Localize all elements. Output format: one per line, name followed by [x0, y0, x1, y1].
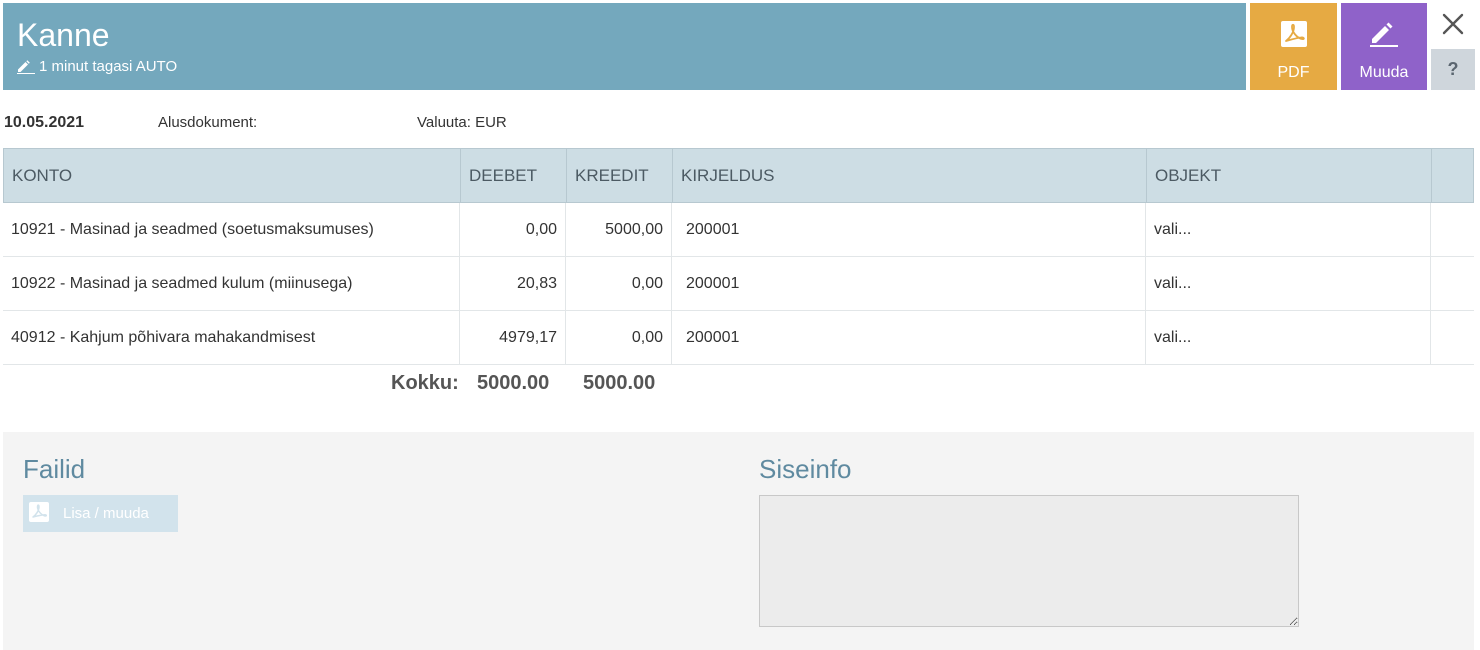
last-modified: 1 minut tagasi AUTO [17, 58, 177, 76]
cell-deebet: 20,83 [460, 257, 566, 310]
table-row: 10922 - Masinad ja seadmed kulum (miinus… [3, 257, 1474, 311]
edit-button[interactable]: Muuda [1341, 3, 1427, 90]
files-section-title: Failid [23, 454, 86, 484]
cell-kreedit: 0,00 [566, 257, 672, 310]
cell-kirjeldus: 200001 [672, 257, 1146, 310]
pencil-icon [17, 60, 35, 74]
internal-info-title: Siseinfo [759, 454, 852, 484]
currency-label: Valuuta: EUR [417, 114, 507, 131]
total-deebet: 5000.00 [477, 372, 550, 394]
page-title: Kanne [17, 17, 110, 53]
object-select[interactable]: vali... [1146, 311, 1431, 364]
attachments-panel: Failid Lisa / muuda Siseinfo [3, 432, 1474, 650]
column-header-kirjeldus: KIRJELDUS [673, 149, 1147, 202]
add-edit-files-label: Lisa / muuda [63, 505, 149, 522]
entries-table: KONTO DEEBET KREEDIT KIRJELDUS OBJEKT 10… [3, 148, 1474, 365]
close-icon [1442, 13, 1464, 38]
cell-kirjeldus: 200001 [672, 203, 1146, 256]
edit-button-label: Muuda [1359, 64, 1409, 81]
table-header: KONTO DEEBET KREEDIT KIRJELDUS OBJEKT [3, 148, 1474, 203]
column-header-kreedit: KREEDIT [567, 149, 673, 202]
cell-kreedit: 0,00 [566, 311, 672, 364]
object-select[interactable]: vali... [1146, 203, 1431, 256]
cell-konto: 40912 - Kahjum põhivara mahakandmisest [3, 311, 460, 364]
object-select[interactable]: vali... [1146, 257, 1431, 310]
table-row: 10921 - Masinad ja seadmed (soetusmaksum… [3, 203, 1474, 257]
entry-date: 10.05.2021 [4, 114, 85, 131]
last-modified-text: 1 minut tagasi AUTO [39, 58, 178, 75]
pencil-icon [1370, 21, 1398, 52]
base-document-label: Alusdokument: [158, 114, 258, 131]
cell-konto: 10922 - Masinad ja seadmed kulum (miinus… [3, 257, 460, 310]
column-header-konto: KONTO [4, 149, 461, 202]
column-header-objekt: OBJEKT [1147, 149, 1432, 202]
pdf-icon [1280, 21, 1307, 52]
cell-kreedit: 5000,00 [566, 203, 672, 256]
total-kreedit: 5000.00 [583, 372, 656, 394]
column-header-deebet: DEEBET [461, 149, 567, 202]
cell-deebet: 0,00 [460, 203, 566, 256]
pdf-icon [29, 501, 49, 526]
add-edit-files-button[interactable]: Lisa / muuda [23, 495, 178, 532]
internal-info-textarea[interactable] [759, 495, 1299, 627]
close-button[interactable] [1431, 3, 1475, 47]
pdf-button-label: PDF [1277, 64, 1310, 81]
cell-konto: 10921 - Masinad ja seadmed (soetusmaksum… [3, 203, 460, 256]
totals-label: Kokku: [391, 372, 459, 394]
cell-kirjeldus: 200001 [672, 311, 1146, 364]
cell-deebet: 4979,17 [460, 311, 566, 364]
help-button[interactable]: ? [1431, 49, 1475, 90]
column-header-actions [1432, 149, 1475, 202]
table-row: 40912 - Kahjum põhivara mahakandmisest 4… [3, 311, 1474, 365]
header-bar: Kanne 1 minut tagasi AUTO [3, 3, 1246, 90]
pdf-button[interactable]: PDF [1250, 3, 1337, 90]
